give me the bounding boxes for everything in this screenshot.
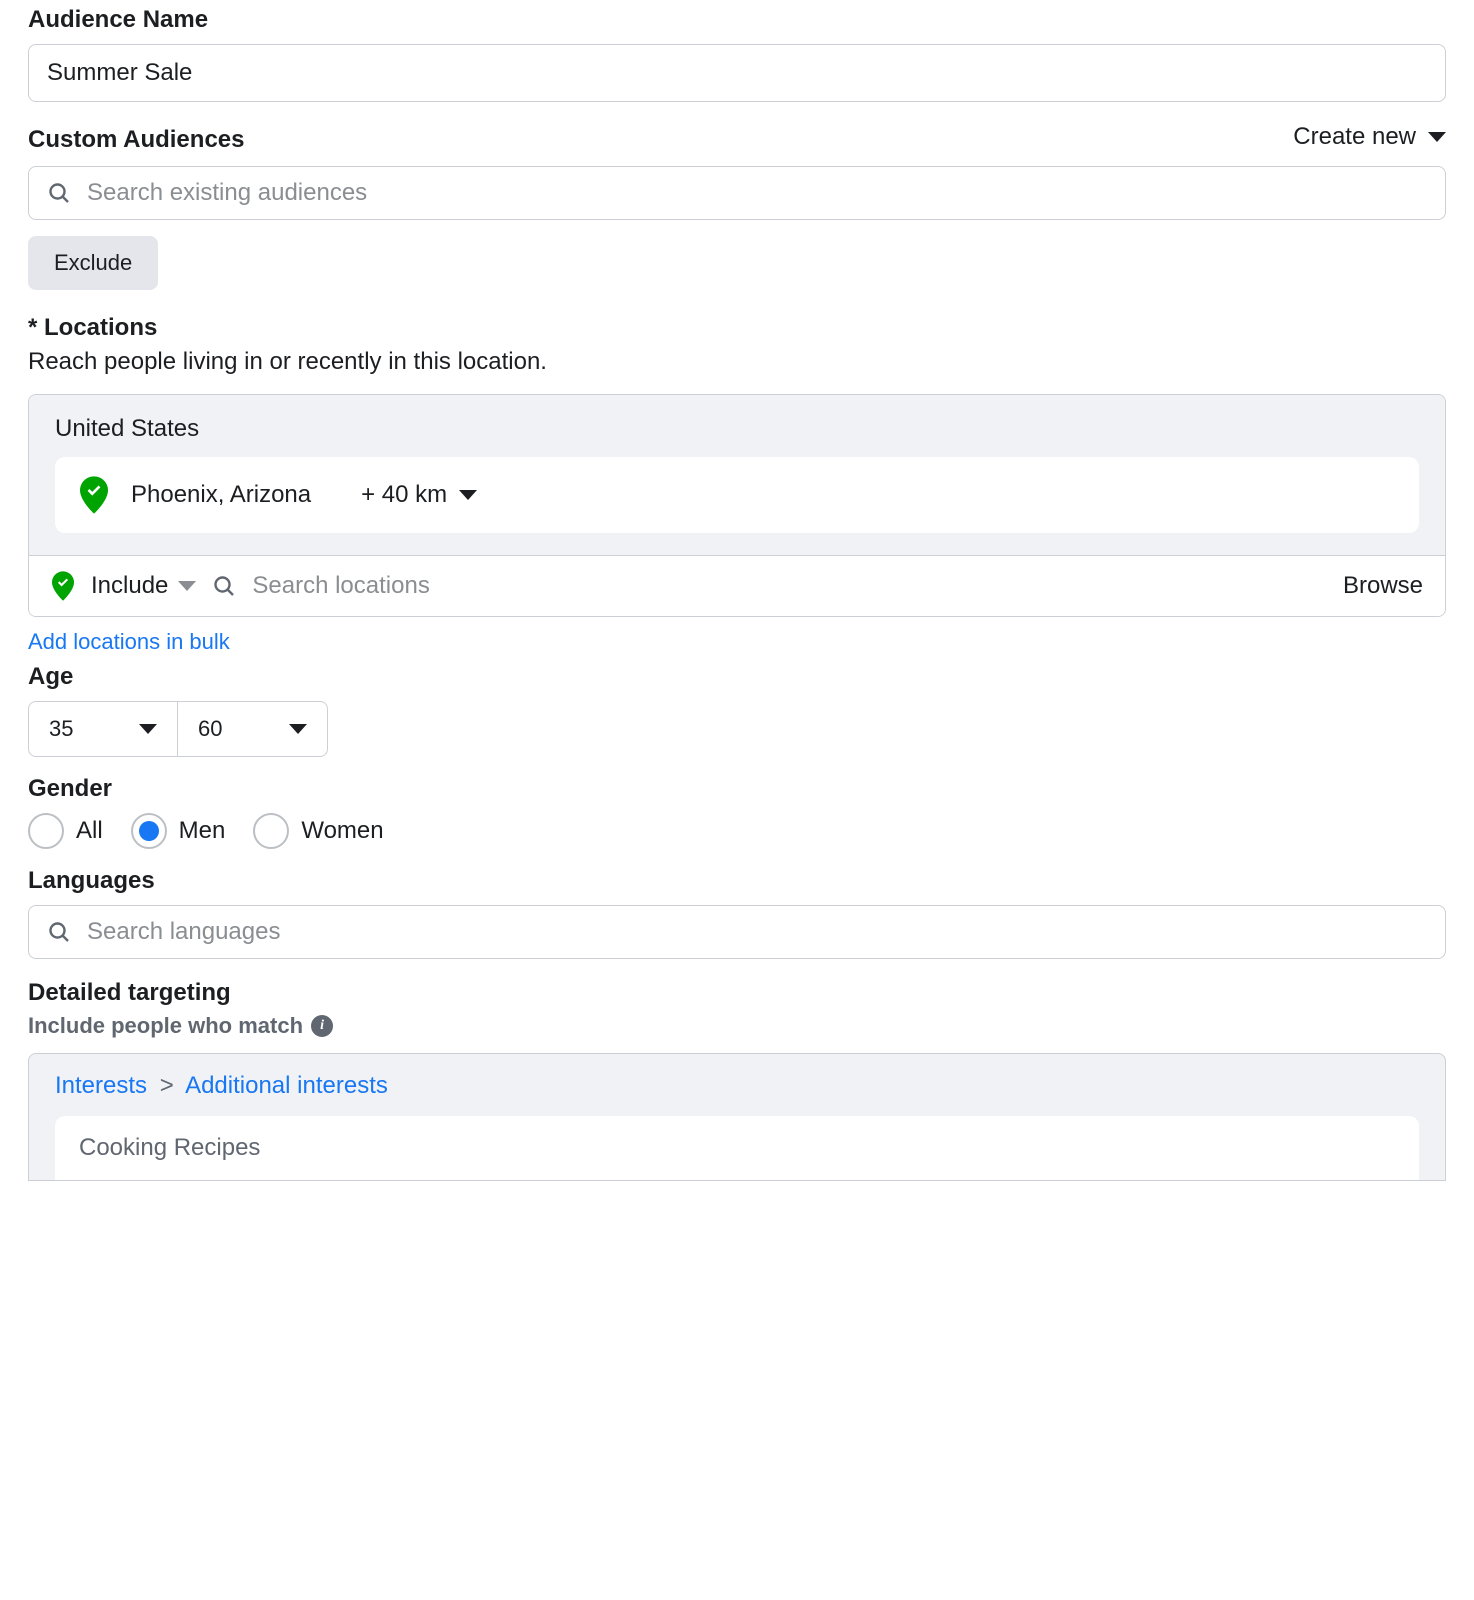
add-locations-bulk-link[interactable]: Add locations in bulk xyxy=(28,629,230,655)
chevron-down-icon xyxy=(178,581,196,591)
locations-label: * Locations xyxy=(28,314,1446,342)
age-max-select[interactable]: 60 xyxy=(178,701,328,757)
age-max-value: 60 xyxy=(198,716,222,742)
targeting-breadcrumb: Interests > Additional interests xyxy=(55,1072,1419,1100)
audience-name-input[interactable] xyxy=(28,44,1446,102)
custom-audiences-label: Custom Audiences xyxy=(28,126,244,154)
gender-radio-men[interactable]: Men xyxy=(131,813,226,849)
radio-icon xyxy=(131,813,167,849)
age-min-select[interactable]: 35 xyxy=(28,701,178,757)
locations-panel: United States Phoenix, Arizona + 40 km I… xyxy=(28,394,1446,617)
location-search-input[interactable] xyxy=(252,572,1327,600)
breadcrumb-root[interactable]: Interests xyxy=(55,1072,147,1099)
breadcrumb-leaf[interactable]: Additional interests xyxy=(185,1072,388,1099)
chevron-down-icon xyxy=(459,490,477,500)
location-name: Phoenix, Arizona xyxy=(131,481,311,509)
chevron-down-icon xyxy=(289,724,307,734)
targeting-interest-item[interactable]: Cooking Recipes xyxy=(55,1116,1419,1180)
detailed-targeting-label: Detailed targeting xyxy=(28,979,1446,1007)
age-label: Age xyxy=(28,663,1446,691)
location-radius-dropdown[interactable]: + 40 km xyxy=(361,481,477,509)
gender-men-label: Men xyxy=(179,817,226,845)
location-radius-value: + 40 km xyxy=(361,481,447,509)
search-icon xyxy=(47,920,71,944)
radio-icon xyxy=(253,813,289,849)
gender-women-label: Women xyxy=(301,817,383,845)
detailed-targeting-panel: Interests > Additional interests Cooking… xyxy=(28,1053,1446,1181)
exclude-button[interactable]: Exclude xyxy=(28,236,158,290)
map-pin-icon xyxy=(51,570,75,602)
breadcrumb-separator: > xyxy=(160,1072,174,1099)
locations-description: Reach people living in or recently in th… xyxy=(28,348,1446,376)
detailed-targeting-sublabel: Include people who match i xyxy=(28,1013,333,1039)
include-exclude-dropdown[interactable]: Include xyxy=(91,572,196,600)
chevron-down-icon xyxy=(139,724,157,734)
gender-label: Gender xyxy=(28,775,1446,803)
search-icon xyxy=(47,181,71,205)
gender-radio-all[interactable]: All xyxy=(28,813,103,849)
gender-radio-women[interactable]: Women xyxy=(253,813,383,849)
radio-icon xyxy=(28,813,64,849)
create-new-label: Create new xyxy=(1293,123,1416,151)
age-min-value: 35 xyxy=(49,716,73,742)
create-new-dropdown[interactable]: Create new xyxy=(1293,123,1446,151)
browse-button[interactable]: Browse xyxy=(1343,572,1423,600)
languages-search-input[interactable] xyxy=(87,918,1427,946)
languages-label: Languages xyxy=(28,867,1446,895)
custom-audiences-search-box[interactable] xyxy=(28,166,1446,220)
languages-search-box[interactable] xyxy=(28,905,1446,959)
audience-name-label: Audience Name xyxy=(28,6,1446,34)
location-item[interactable]: Phoenix, Arizona + 40 km xyxy=(55,457,1419,533)
chevron-down-icon xyxy=(1428,132,1446,142)
include-label: Include xyxy=(91,572,168,600)
gender-all-label: All xyxy=(76,817,103,845)
map-pin-icon xyxy=(79,475,109,515)
info-icon[interactable]: i xyxy=(311,1015,333,1037)
location-country: United States xyxy=(55,415,1419,443)
search-icon xyxy=(212,574,236,598)
custom-audiences-search-input[interactable] xyxy=(87,179,1427,207)
